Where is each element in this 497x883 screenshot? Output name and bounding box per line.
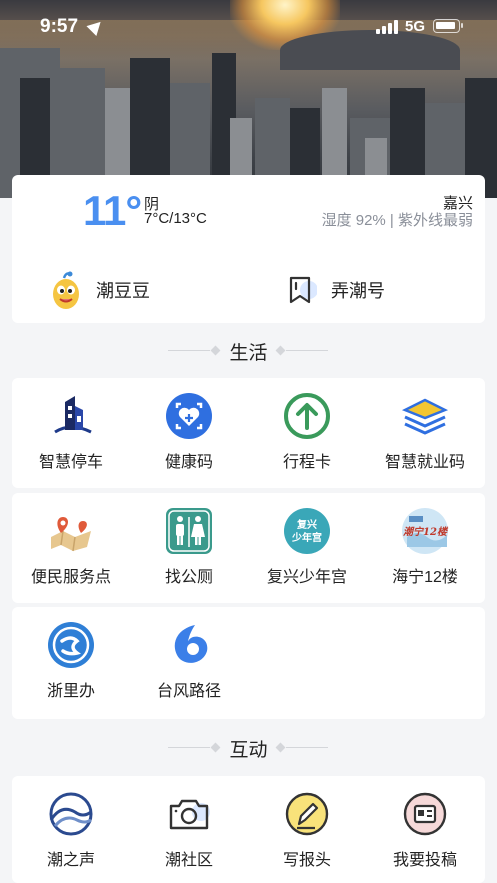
service-smart-parking[interactable]: 智慧停车 xyxy=(12,378,130,474)
service-haining-12[interactable]: 潮宁12楼 海宁12楼 xyxy=(366,493,484,589)
service-label: 复兴少年宫 xyxy=(266,569,347,586)
itinerary-arrow-icon xyxy=(284,393,330,439)
service-find-restroom[interactable]: 找公厕 xyxy=(130,493,248,589)
service-zheliban[interactable]: 浙里办 xyxy=(12,607,130,703)
svg-text:复兴: 复兴 xyxy=(296,518,317,531)
location-arrow-icon xyxy=(86,16,106,37)
service-label: 找公厕 xyxy=(164,569,213,586)
svg-text:少年宫: 少年宫 xyxy=(291,531,322,544)
section-header-interact: 互动 xyxy=(0,732,497,762)
service-label: 台风路径 xyxy=(156,683,221,700)
service-label: 健康码 xyxy=(164,454,213,471)
weather-card[interactable]: 11° 阴 7°C/13°C 嘉兴 湿度 92% | 紫外线最弱 潮豆豆 弄潮号 xyxy=(12,175,485,323)
interaction-write-masthead[interactable]: 写报头 xyxy=(248,776,366,872)
youth-palace-badge-icon: 复兴 少年宫 xyxy=(284,508,330,554)
typhoon-icon xyxy=(174,625,208,663)
service-row-1: 智慧停车 健康码 行程卡 智慧就业码 xyxy=(12,378,485,488)
network-type: 5G xyxy=(405,18,426,35)
wave-logo-icon xyxy=(49,792,93,836)
bookmark-icon xyxy=(289,276,317,304)
temperature-range: 7°C/13°C xyxy=(144,210,207,227)
pencil-icon xyxy=(285,792,329,836)
map-pin-icon xyxy=(51,517,91,552)
service-convenience-point[interactable]: 便民服务点 xyxy=(12,493,130,589)
service-label: 浙里办 xyxy=(46,683,95,700)
interaction-chao-voice[interactable]: 潮之声 xyxy=(12,776,130,872)
interaction-submit-article[interactable]: 我要投稿 xyxy=(366,776,484,872)
section-title: 互动 xyxy=(229,740,268,761)
service-label: 便民服务点 xyxy=(30,569,111,586)
service-itinerary-card[interactable]: 行程卡 xyxy=(248,378,366,474)
service-label: 行程卡 xyxy=(282,454,331,471)
service-youth-palace[interactable]: 复兴 少年宫 复兴少年宫 xyxy=(248,493,366,589)
service-row-3: 浙里办 台风路径 xyxy=(12,607,485,719)
service-label: 潮社区 xyxy=(164,852,213,869)
health-code-icon xyxy=(166,393,212,439)
service-label: 智慧就业码 xyxy=(384,454,465,471)
status-time: 9:57 xyxy=(40,16,79,37)
service-label: 潮之声 xyxy=(46,852,95,869)
zheliban-icon xyxy=(48,622,94,668)
camera-icon xyxy=(169,799,210,830)
battery-icon xyxy=(433,19,463,33)
service-label: 我要投稿 xyxy=(392,852,457,869)
section-header-life: 生活 xyxy=(0,335,497,365)
service-row-2: 便民服务点 找公厕 复兴 少年宫 复兴少年宫 潮宁12楼 海宁12楼 xyxy=(12,493,485,603)
quick-link-label: 弄潮号 xyxy=(331,281,385,301)
interaction-chao-community[interactable]: 潮社区 xyxy=(130,776,248,872)
svg-text:潮宁12楼: 潮宁12楼 xyxy=(403,526,449,538)
service-label: 智慧停车 xyxy=(38,454,103,471)
signal-icon xyxy=(376,20,400,34)
parking-building-icon xyxy=(54,396,92,434)
service-health-code[interactable]: 健康码 xyxy=(130,378,248,474)
temperature: 11° xyxy=(83,187,142,234)
interaction-row: 潮之声 潮社区 写报头 我要投稿 xyxy=(12,776,485,883)
status-bar: 9:57 5G xyxy=(0,0,497,56)
service-typhoon-path[interactable]: 台风路径 xyxy=(130,607,248,703)
haining-badge-icon: 潮宁12楼 xyxy=(402,508,449,554)
service-label: 写报头 xyxy=(282,852,331,869)
section-title: 生活 xyxy=(229,343,268,364)
layers-icon xyxy=(401,398,449,435)
service-smart-employment-code[interactable]: 智慧就业码 xyxy=(366,378,484,474)
restroom-icon xyxy=(166,508,212,554)
quick-link-label: 潮豆豆 xyxy=(96,281,150,301)
service-label: 海宁12楼 xyxy=(392,569,458,586)
mascot-icon xyxy=(53,271,79,309)
weather-details: 湿度 92% | 紫外线最弱 xyxy=(321,212,473,229)
quick-link-nongchaohao[interactable]: 弄潮号 xyxy=(287,270,385,310)
quick-link-chaodoudou[interactable]: 潮豆豆 xyxy=(50,270,150,310)
submit-icon xyxy=(403,792,447,836)
